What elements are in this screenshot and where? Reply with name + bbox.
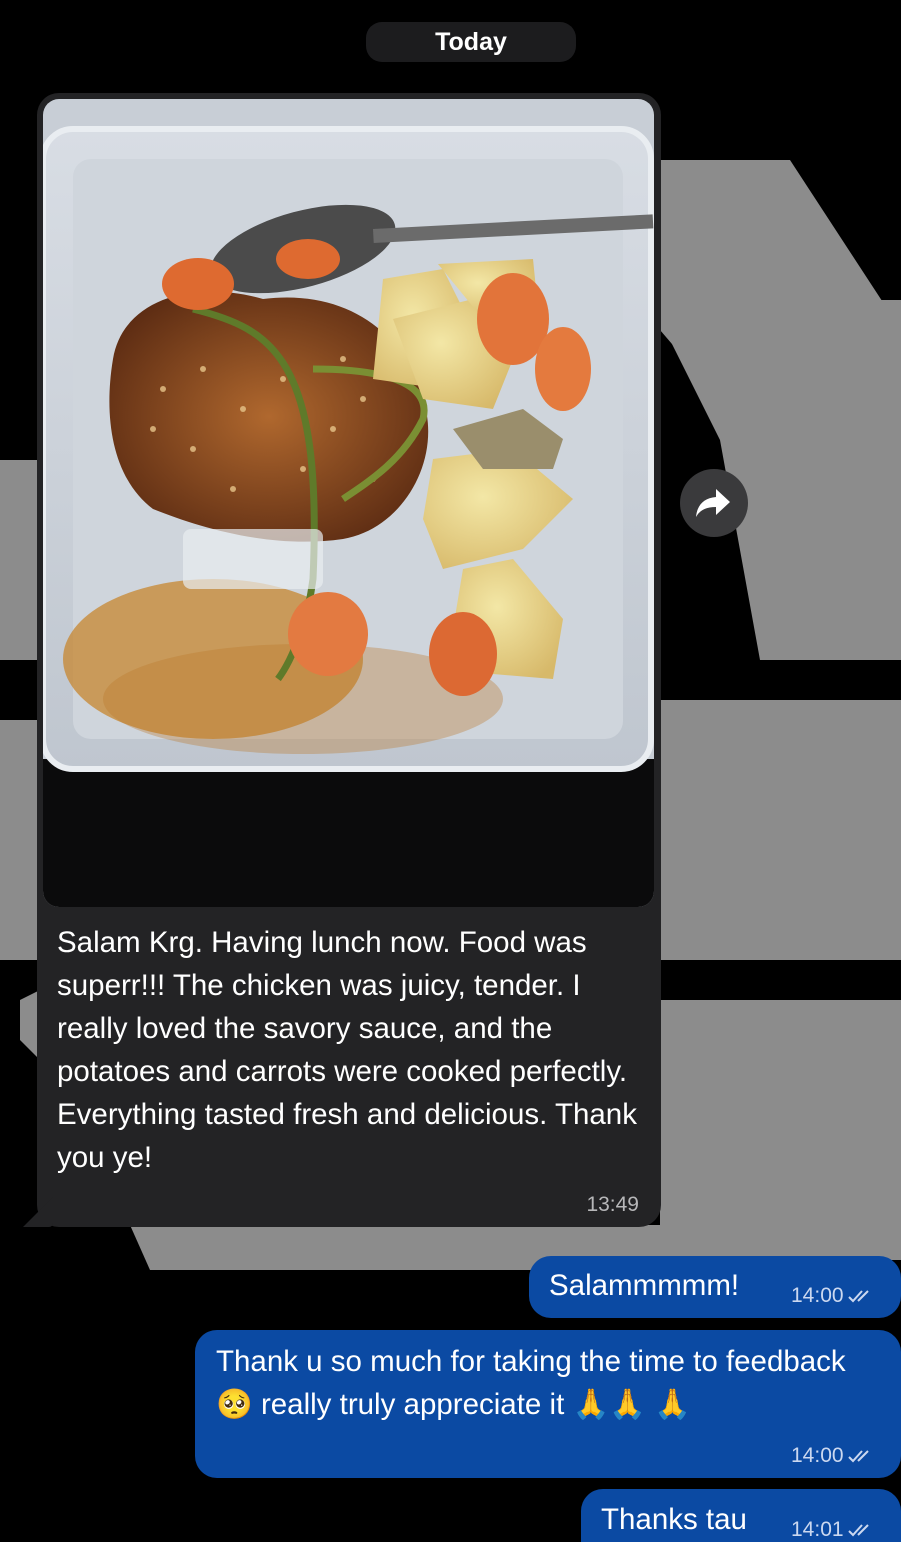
outgoing-message-text: Salammmmm! xyxy=(549,1269,740,1302)
date-separator: Today xyxy=(366,22,576,62)
outgoing-message-bubble[interactable]: Thank u so much for taking the time to f… xyxy=(195,1330,901,1478)
message-status: 14:00 xyxy=(791,1444,874,1468)
double-check-icon xyxy=(847,1524,869,1537)
incoming-message-text: Salam Krg. Having lunch now. Food was su… xyxy=(57,926,637,1174)
message-time: 13:49 xyxy=(586,1193,639,1216)
message-time: 14:00 xyxy=(791,1284,844,1307)
outgoing-message-bubble[interactable]: Salammmmm! 14:00 xyxy=(529,1256,901,1318)
folded-hands-emoji: 🙏🙏 xyxy=(572,1388,646,1421)
forward-arrow-icon xyxy=(696,489,730,517)
outgoing-message-text: Thanks tau xyxy=(601,1503,747,1536)
message-time: 14:01 xyxy=(791,1518,844,1541)
forward-button[interactable] xyxy=(680,469,748,537)
outgoing-message-bubble[interactable]: Thanks tau 14:01 xyxy=(581,1489,901,1542)
double-check-icon xyxy=(847,1290,869,1303)
outgoing-message-text: Thank u so much for taking the time to f… xyxy=(216,1340,856,1426)
folded-hands-emoji: 🙏 xyxy=(654,1388,691,1421)
message-photo[interactable] xyxy=(43,99,654,907)
message-status: 14:00 xyxy=(791,1284,874,1308)
message-text-part: really truly appreciate it xyxy=(260,1388,565,1421)
message-status: 14:01 xyxy=(791,1518,874,1542)
double-check-icon xyxy=(847,1450,869,1463)
food-photo xyxy=(43,99,654,907)
pleading-face-emoji: 🥺 xyxy=(216,1388,253,1421)
incoming-message-bubble[interactable]: Salam Krg. Having lunch now. Food was su… xyxy=(23,93,661,1227)
message-text-part: Thank u so much for taking the time to f… xyxy=(216,1345,846,1378)
message-time: 14:00 xyxy=(791,1444,844,1467)
